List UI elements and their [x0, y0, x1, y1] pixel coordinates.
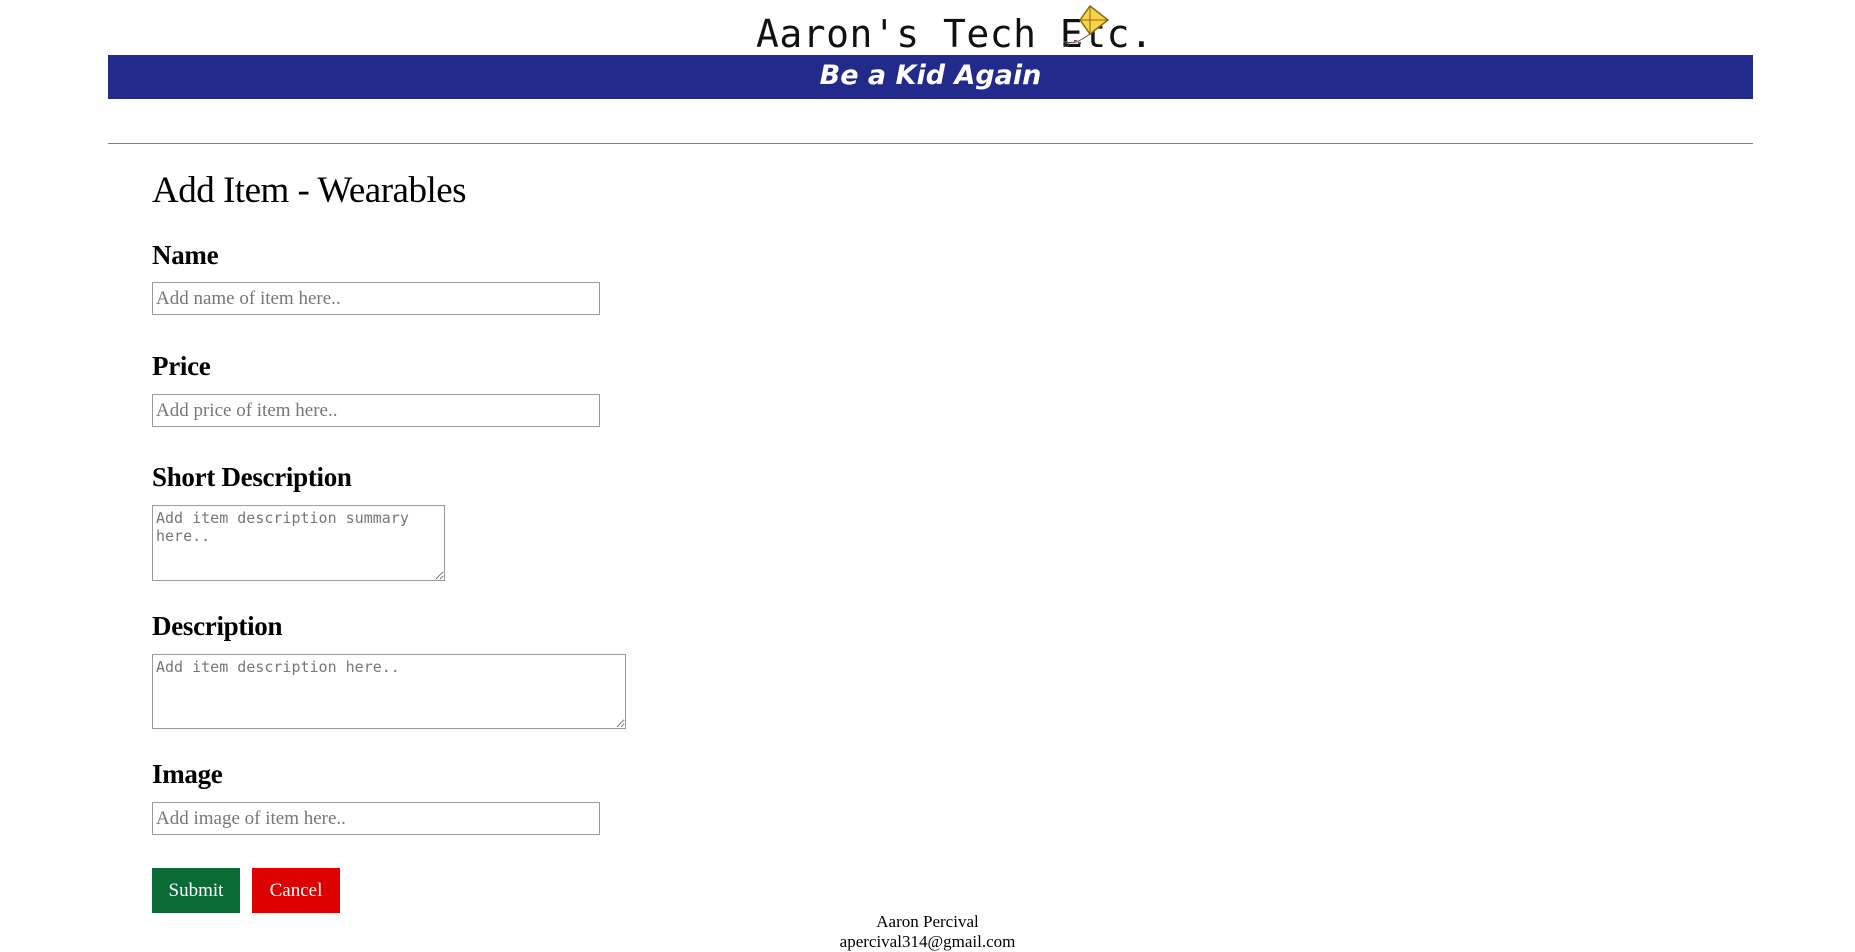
header-divider	[108, 143, 1753, 144]
tagline: Be a Kid Again	[819, 60, 1042, 91]
name-input[interactable]	[152, 282, 600, 315]
site-footer: Aaron Percival apercival314@gmail.com	[0, 912, 1855, 952]
logo[interactable]: Aaron's Tech Etc.	[108, 0, 1753, 56]
page: Aaron's Tech Etc. Be a Kid Again Add Ite…	[0, 0, 1855, 952]
short-description-label: Short Description	[152, 462, 352, 492]
add-item-form: Add Item - Wearables Name Price Short De…	[152, 168, 852, 913]
page-title: Add Item - Wearables	[152, 170, 467, 211]
price-label: Price	[152, 351, 211, 381]
description-textarea[interactable]	[152, 654, 626, 729]
footer-email: apercival314@gmail.com	[839, 932, 1016, 951]
form-actions: Submit Cancel	[152, 868, 340, 913]
footer-name: Aaron Percival	[876, 912, 979, 931]
tagline-banner: Be a Kid Again	[108, 55, 1753, 99]
image-label: Image	[152, 759, 223, 789]
submit-button[interactable]: Submit	[152, 868, 240, 913]
site-header: Aaron's Tech Etc. Be a Kid Again	[108, 0, 1753, 99]
kite-icon	[1063, 4, 1110, 47]
cancel-button[interactable]: Cancel	[252, 868, 340, 913]
description-label: Description	[152, 611, 283, 641]
price-input[interactable]	[152, 394, 600, 427]
name-label: Name	[152, 240, 219, 270]
image-input[interactable]	[152, 802, 600, 835]
short-description-textarea[interactable]	[152, 505, 445, 581]
